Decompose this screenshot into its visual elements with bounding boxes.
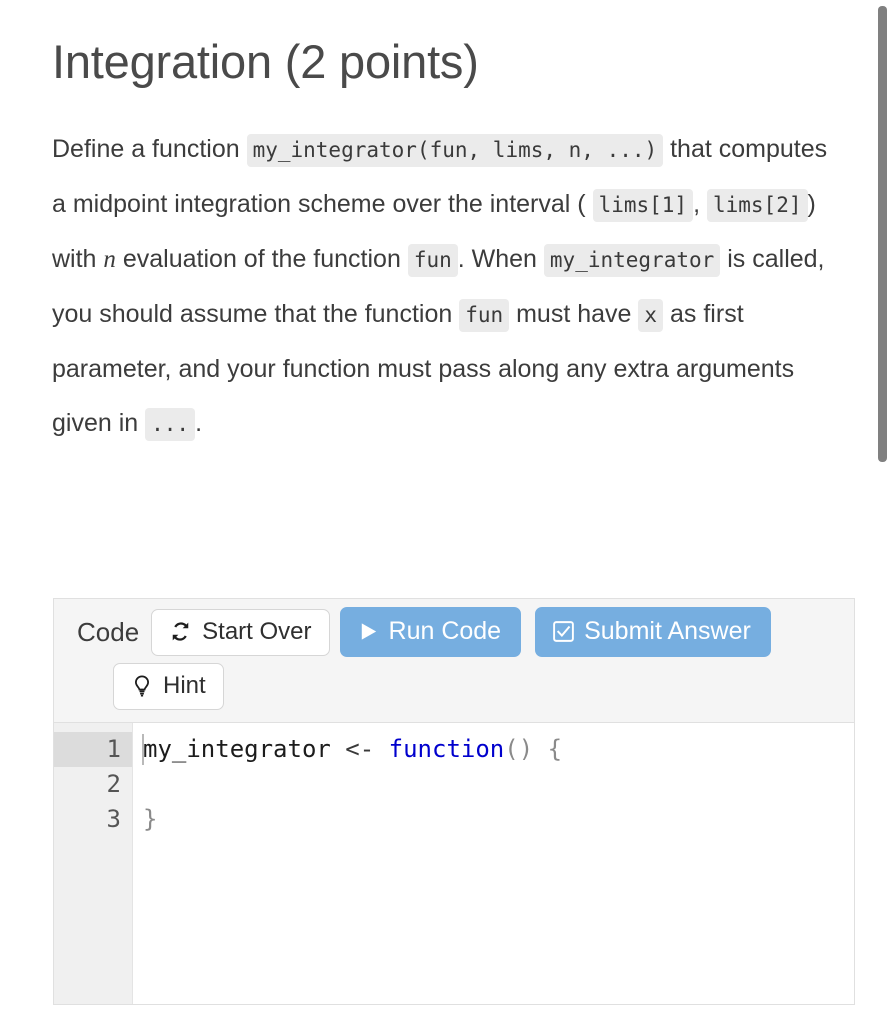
exercise-toolbar: Code Start Over Run Code Submit Answer H…	[54, 599, 854, 723]
refresh-icon	[168, 619, 193, 644]
inline-code-fun-2: fun	[459, 299, 510, 332]
submit-answer-button[interactable]: Submit Answer	[535, 607, 771, 657]
hint-button[interactable]: Hint	[113, 663, 224, 710]
inline-code-lims-1: lims[1]	[592, 189, 694, 222]
exercise-panel: Code Start Over Run Code Submit Answer H…	[53, 598, 855, 1005]
exercise-toolbar-row-2: Hint	[113, 663, 844, 710]
submit-answer-label: Submit Answer	[584, 617, 751, 645]
prose-text-3: ,	[693, 190, 701, 218]
play-icon	[357, 620, 380, 643]
code-editor[interactable]: 1 2 3 my_integrator <- function() { }	[54, 723, 854, 1004]
inline-code-lims-2: lims[2]	[706, 189, 808, 222]
start-over-button[interactable]: Start Over	[151, 608, 330, 656]
code-token: function	[388, 735, 505, 763]
code-token: }	[143, 805, 158, 833]
inline-code-my-integrator-signature: my_integrator(fun, lims, n, ...)	[246, 134, 664, 167]
prose-text-8: must have	[516, 300, 632, 328]
editor-line-number-gutter: 1 2 3	[54, 723, 133, 1004]
line-number: 1	[54, 732, 132, 767]
code-line: }	[143, 802, 854, 837]
code-line: my_integrator <- function() {	[143, 732, 854, 767]
prose-text-10: .	[195, 409, 203, 437]
vertical-scrollbar-track[interactable]	[878, 0, 895, 1024]
math-variable-n: n	[103, 246, 116, 273]
code-token: my_integrator	[143, 735, 346, 763]
exercise-description: Define a function my_integrator(fun, lim…	[52, 85, 842, 451]
code-token: ()	[504, 735, 534, 763]
code-token: <-	[345, 735, 375, 763]
prose-text-6: . When	[457, 245, 537, 273]
content-column: Integration (2 points) Define a function…	[52, 0, 857, 451]
run-code-button[interactable]: Run Code	[339, 607, 522, 657]
page-root: Integration (2 points) Define a function…	[0, 0, 895, 1024]
text-caret	[142, 734, 144, 765]
prose-text-1: Define a function	[52, 135, 240, 163]
editor-code-area[interactable]: my_integrator <- function() { }	[133, 723, 854, 1004]
code-token: {	[547, 735, 563, 763]
checkbox-checked-icon	[552, 620, 575, 643]
run-code-label: Run Code	[388, 617, 502, 645]
inline-code-fun-1: fun	[407, 244, 458, 277]
inline-code-dots: ...	[145, 408, 196, 441]
prose-text-5: evaluation of the function	[122, 245, 401, 273]
line-number: 3	[106, 805, 121, 833]
start-over-label: Start Over	[202, 617, 312, 645]
lightbulb-icon	[130, 674, 154, 698]
page-title: Integration (2 points)	[52, 35, 479, 88]
inline-code-my-integrator: my_integrator	[543, 244, 721, 277]
inline-code-x: x	[638, 299, 664, 332]
line-number: 2	[106, 770, 121, 798]
exercise-toolbar-row-1: Code Start Over Run Code Submit Answer	[64, 607, 844, 657]
exercise-label: Code	[77, 617, 140, 647]
vertical-scrollbar-thumb[interactable]	[878, 6, 887, 462]
hint-label: Hint	[163, 672, 206, 699]
